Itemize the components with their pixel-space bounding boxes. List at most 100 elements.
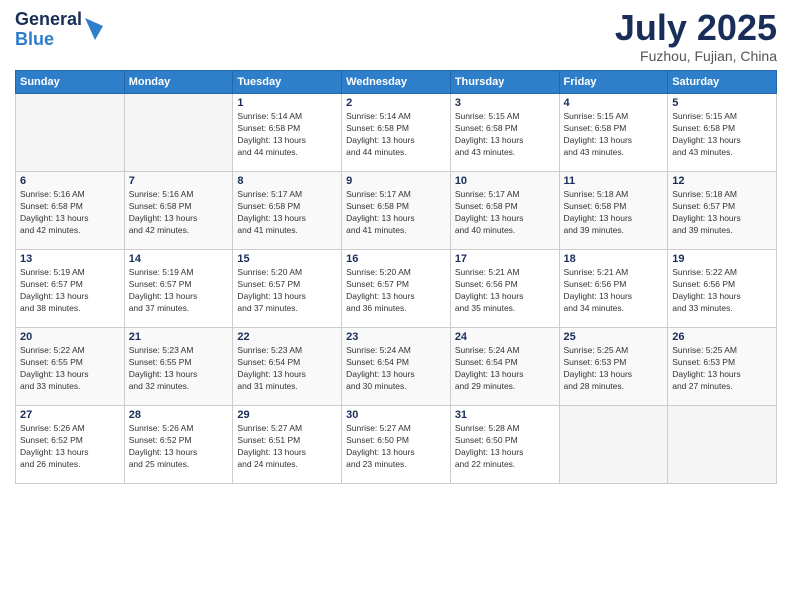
table-row: 4 Sunrise: 5:15 AM Sunset: 6:58 PM Daylig… <box>559 94 668 172</box>
calendar-week-row: 1 Sunrise: 5:14 AM Sunset: 6:58 PM Daylig… <box>16 94 777 172</box>
table-row: 8 Sunrise: 5:17 AM Sunset: 6:58 PM Daylig… <box>233 172 342 250</box>
day-info: Sunrise: 5:25 AM Sunset: 6:53 PM Dayligh… <box>672 345 772 393</box>
day-number: 25 <box>564 331 664 343</box>
table-row: 11 Sunrise: 5:18 AM Sunset: 6:58 PM Dayli… <box>559 172 668 250</box>
table-row: 10Sunrise: 5:17 AM Sunset: 6:58 PM Dayli… <box>450 172 559 250</box>
day-number: 2 <box>346 97 446 109</box>
table-row: 16Sunrise: 5:20 AM Sunset: 6:57 PM Dayli… <box>342 250 451 328</box>
day-info: Sunrise: 5:20 AM Sunset: 6:57 PM Dayligh… <box>237 267 337 315</box>
title-area: July 2025 Fuzhou, Fujian, China <box>615 10 777 64</box>
month-title: July 2025 <box>615 10 777 46</box>
day-number: 18 <box>564 253 664 265</box>
table-row: 7 Sunrise: 5:16 AM Sunset: 6:58 PM Daylig… <box>124 172 233 250</box>
calendar-week-row: 27 Sunrise: 5:26 AM Sunset: 6:52 PM Dayli… <box>16 406 777 484</box>
day-number: 24 <box>455 331 555 343</box>
day-number: 28 <box>129 409 229 421</box>
table-row: 29 Sunrise: 5:27 AM Sunset: 6:51 PM Dayli… <box>233 406 342 484</box>
table-row: 27 Sunrise: 5:26 AM Sunset: 6:52 PM Dayli… <box>16 406 125 484</box>
table-row: 13 Sunrise: 5:19 AM Sunset: 6:57 PM Dayli… <box>16 250 125 328</box>
day-info: Sunrise: 5:27 AM Sunset: 6:51 PM Dayligh… <box>237 423 337 471</box>
day-number: 13 <box>20 253 120 265</box>
day-number: 17 <box>455 253 555 265</box>
day-number: 8 <box>237 175 337 187</box>
day-info: Sunrise: 5:14 AM Sunset: 6:58 PM Dayligh… <box>237 111 337 159</box>
day-number: 11 <box>564 175 664 187</box>
location: Fuzhou, Fujian, China <box>615 48 777 64</box>
calendar-header-row: Sunday Monday Tuesday Wednesday Thursday… <box>16 71 777 94</box>
day-info: Sunrise: 5:22 AM Sunset: 6:56 PM Dayligh… <box>672 267 772 315</box>
col-sunday: Sunday <box>16 71 125 94</box>
day-number: 7 <box>129 175 229 187</box>
day-number: 6 <box>20 175 120 187</box>
day-info: Sunrise: 5:16 AM Sunset: 6:58 PM Dayligh… <box>129 189 229 237</box>
table-row: 31 Sunrise: 5:28 AM Sunset: 6:50 PM Dayli… <box>450 406 559 484</box>
day-info: Sunrise: 5:16 AM Sunset: 6:58 PM Dayligh… <box>20 189 120 237</box>
table-row: 2 Sunrise: 5:14 AM Sunset: 6:58 PM Daylig… <box>342 94 451 172</box>
day-info: Sunrise: 5:15 AM Sunset: 6:58 PM Dayligh… <box>672 111 772 159</box>
table-row: 12Sunrise: 5:18 AM Sunset: 6:57 PM Dayli… <box>668 172 777 250</box>
table-row: 3 Sunrise: 5:15 AM Sunset: 6:58 PM Daylig… <box>450 94 559 172</box>
table-row: 14Sunrise: 5:19 AM Sunset: 6:57 PM Dayli… <box>124 250 233 328</box>
table-row: 21 Sunrise: 5:23 AM Sunset: 6:55 PM Dayli… <box>124 328 233 406</box>
day-number: 27 <box>20 409 120 421</box>
day-number: 3 <box>455 97 555 109</box>
day-number: 31 <box>455 409 555 421</box>
day-info: Sunrise: 5:21 AM Sunset: 6:56 PM Dayligh… <box>564 267 664 315</box>
day-number: 21 <box>129 331 229 343</box>
calendar-week-row: 20Sunrise: 5:22 AM Sunset: 6:55 PM Dayli… <box>16 328 777 406</box>
table-row: 9Sunrise: 5:17 AM Sunset: 6:58 PM Daylig… <box>342 172 451 250</box>
logo: General Blue <box>15 10 103 50</box>
table-row <box>559 406 668 484</box>
day-info: Sunrise: 5:15 AM Sunset: 6:58 PM Dayligh… <box>455 111 555 159</box>
logo-general: General <box>15 10 82 30</box>
day-number: 4 <box>564 97 664 109</box>
day-info: Sunrise: 5:20 AM Sunset: 6:57 PM Dayligh… <box>346 267 446 315</box>
table-row: 25 Sunrise: 5:25 AM Sunset: 6:53 PM Dayli… <box>559 328 668 406</box>
col-saturday: Saturday <box>668 71 777 94</box>
day-number: 22 <box>237 331 337 343</box>
day-number: 5 <box>672 97 772 109</box>
day-info: Sunrise: 5:26 AM Sunset: 6:52 PM Dayligh… <box>129 423 229 471</box>
header: General Blue July 2025 Fuzhou, Fujian, C… <box>15 10 777 64</box>
table-row: 1 Sunrise: 5:14 AM Sunset: 6:58 PM Daylig… <box>233 94 342 172</box>
day-info: Sunrise: 5:23 AM Sunset: 6:55 PM Dayligh… <box>129 345 229 393</box>
table-row: 19 Sunrise: 5:22 AM Sunset: 6:56 PM Dayli… <box>668 250 777 328</box>
col-friday: Friday <box>559 71 668 94</box>
calendar-week-row: 13 Sunrise: 5:19 AM Sunset: 6:57 PM Dayli… <box>16 250 777 328</box>
table-row: 23Sunrise: 5:24 AM Sunset: 6:54 PM Dayli… <box>342 328 451 406</box>
day-number: 26 <box>672 331 772 343</box>
table-row: 6 Sunrise: 5:16 AM Sunset: 6:58 PM Daylig… <box>16 172 125 250</box>
table-row: 15 Sunrise: 5:20 AM Sunset: 6:57 PM Dayli… <box>233 250 342 328</box>
table-row <box>16 94 125 172</box>
table-row: 30Sunrise: 5:27 AM Sunset: 6:50 PM Dayli… <box>342 406 451 484</box>
day-info: Sunrise: 5:25 AM Sunset: 6:53 PM Dayligh… <box>564 345 664 393</box>
day-info: Sunrise: 5:17 AM Sunset: 6:58 PM Dayligh… <box>346 189 446 237</box>
day-info: Sunrise: 5:17 AM Sunset: 6:58 PM Dayligh… <box>237 189 337 237</box>
day-number: 29 <box>237 409 337 421</box>
day-number: 1 <box>237 97 337 109</box>
col-thursday: Thursday <box>450 71 559 94</box>
col-tuesday: Tuesday <box>233 71 342 94</box>
table-row: 5 Sunrise: 5:15 AM Sunset: 6:58 PM Daylig… <box>668 94 777 172</box>
day-number: 30 <box>346 409 446 421</box>
table-row: 24Sunrise: 5:24 AM Sunset: 6:54 PM Dayli… <box>450 328 559 406</box>
day-info: Sunrise: 5:18 AM Sunset: 6:57 PM Dayligh… <box>672 189 772 237</box>
day-number: 15 <box>237 253 337 265</box>
table-row <box>124 94 233 172</box>
logo-icon <box>85 18 103 40</box>
day-info: Sunrise: 5:28 AM Sunset: 6:50 PM Dayligh… <box>455 423 555 471</box>
table-row: 20Sunrise: 5:22 AM Sunset: 6:55 PM Dayli… <box>16 328 125 406</box>
day-info: Sunrise: 5:18 AM Sunset: 6:58 PM Dayligh… <box>564 189 664 237</box>
col-wednesday: Wednesday <box>342 71 451 94</box>
day-info: Sunrise: 5:15 AM Sunset: 6:58 PM Dayligh… <box>564 111 664 159</box>
day-info: Sunrise: 5:17 AM Sunset: 6:58 PM Dayligh… <box>455 189 555 237</box>
day-info: Sunrise: 5:14 AM Sunset: 6:58 PM Dayligh… <box>346 111 446 159</box>
day-number: 23 <box>346 331 446 343</box>
day-number: 20 <box>20 331 120 343</box>
col-monday: Monday <box>124 71 233 94</box>
day-info: Sunrise: 5:26 AM Sunset: 6:52 PM Dayligh… <box>20 423 120 471</box>
logo-text: General Blue <box>15 10 82 50</box>
day-number: 19 <box>672 253 772 265</box>
day-info: Sunrise: 5:19 AM Sunset: 6:57 PM Dayligh… <box>20 267 120 315</box>
day-info: Sunrise: 5:21 AM Sunset: 6:56 PM Dayligh… <box>455 267 555 315</box>
